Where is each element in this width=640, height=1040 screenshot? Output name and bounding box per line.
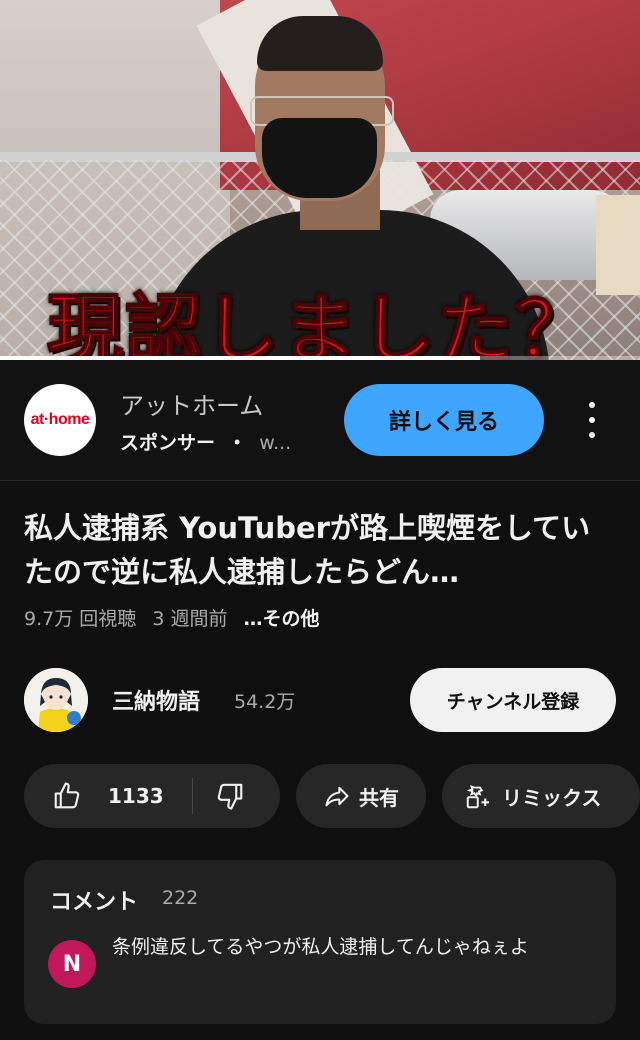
video-player[interactable]: 現認しました？	[0, 0, 640, 360]
upload-age: 3 週間前	[152, 608, 228, 630]
like-count: 1133	[108, 784, 164, 808]
dislike-button[interactable]	[193, 764, 245, 828]
comments-heading: コメント	[50, 890, 139, 915]
ad-domain: w...	[259, 432, 292, 454]
sponsor-separator: ・	[227, 432, 247, 454]
channel-avatar-illustration	[24, 668, 88, 732]
video-caption-overlay: 現認しました？	[46, 284, 593, 360]
thumbs-up-icon	[54, 782, 80, 809]
remix-icon	[466, 785, 489, 809]
channel-name[interactable]: 三納物語	[112, 684, 200, 716]
view-count: 9.7万 回視聴	[24, 608, 137, 630]
video-frame-mask	[262, 118, 377, 198]
thumbs-down-icon	[217, 783, 242, 810]
channel-avatar[interactable]	[24, 668, 88, 732]
share-label: 共有	[359, 785, 399, 810]
like-button[interactable]: 1133	[24, 764, 164, 828]
sponsored-ad-row[interactable]: at·home アットホーム スポンサー ・ w... 詳しく見る	[0, 360, 640, 481]
share-button[interactable]: 共有	[296, 764, 426, 828]
advertiser-logo[interactable]: at·home	[24, 384, 96, 456]
comments-section[interactable]: コメント 222 N 条例違反してるやつが私人逮捕してんじゃねぇよ	[24, 860, 616, 1024]
commenter-avatar: N	[48, 940, 96, 988]
video-title[interactable]: 私人逮捕系 YouTuberが路上喫煙をしていたので逆に私人逮捕したらどん…	[24, 506, 614, 594]
remix-button[interactable]: リミックス	[442, 764, 640, 828]
like-dislike-pill: 1133	[24, 764, 280, 828]
subscriber-count: 54.2万	[234, 691, 296, 713]
learn-more-button[interactable]: 詳しく見る	[344, 384, 544, 456]
advertiser-name[interactable]: アットホーム	[120, 386, 263, 421]
more-vert-icon[interactable]	[578, 398, 606, 442]
sponsor-label: スポンサー	[120, 432, 216, 454]
top-comment-text: 条例違反してるやつが私人逮捕してんじゃねぇよ	[112, 936, 529, 958]
ad-sponsor-line: スポンサー ・ w...	[120, 428, 291, 455]
advertiser-logo-text: at·home	[30, 411, 90, 428]
video-frame-person-hair	[257, 16, 383, 71]
comments-count: 222	[162, 887, 199, 909]
video-meta-row[interactable]: 9.7万 回視聴 3 週間前 …その他	[24, 604, 330, 631]
description-more-link[interactable]: …その他	[244, 608, 320, 630]
remix-label: リミックス	[502, 785, 602, 810]
subscribe-button[interactable]: チャンネル登録	[410, 668, 616, 732]
share-arrow-icon	[325, 786, 349, 807]
